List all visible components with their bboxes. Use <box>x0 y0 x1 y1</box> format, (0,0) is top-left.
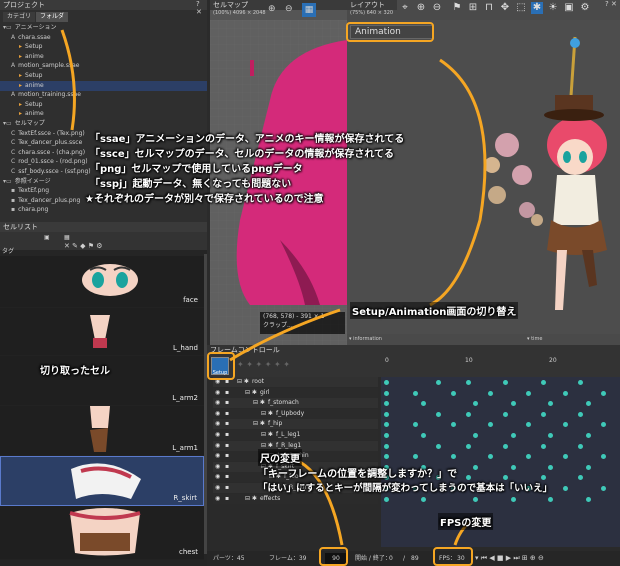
note-cut-cells: 切り取ったセル <box>40 366 110 377</box>
note-fps-change: FPSの変更 <box>438 513 494 530</box>
note-dialog-2: 「はい」にするとキーが間隔が変わってしまうので基本は「いいえ」 <box>258 483 553 494</box>
note-dialog-1: 「キーフレームの位置を調整しますか？」で <box>258 469 458 480</box>
note-sspj: 「sspj」起動データ、無くなっても問題ない <box>90 179 292 190</box>
note-ssce: 「ssce」セルマップのデータ、セルのデータの情報が保存されてる <box>90 149 395 160</box>
note-setup-switch: Setup/Animation画面の切り替え <box>350 302 519 319</box>
note-ssae: 「ssae」アニメーションのデータ、アニメのキー情報が保存されてる <box>90 134 405 145</box>
note-png: 「png」セルマップで使用しているpngデータ <box>90 164 303 175</box>
note-scale-change: 尺の変更 <box>258 449 302 466</box>
note-warning: ★それぞれのデータが別々で保存されているので注意 <box>85 194 324 205</box>
